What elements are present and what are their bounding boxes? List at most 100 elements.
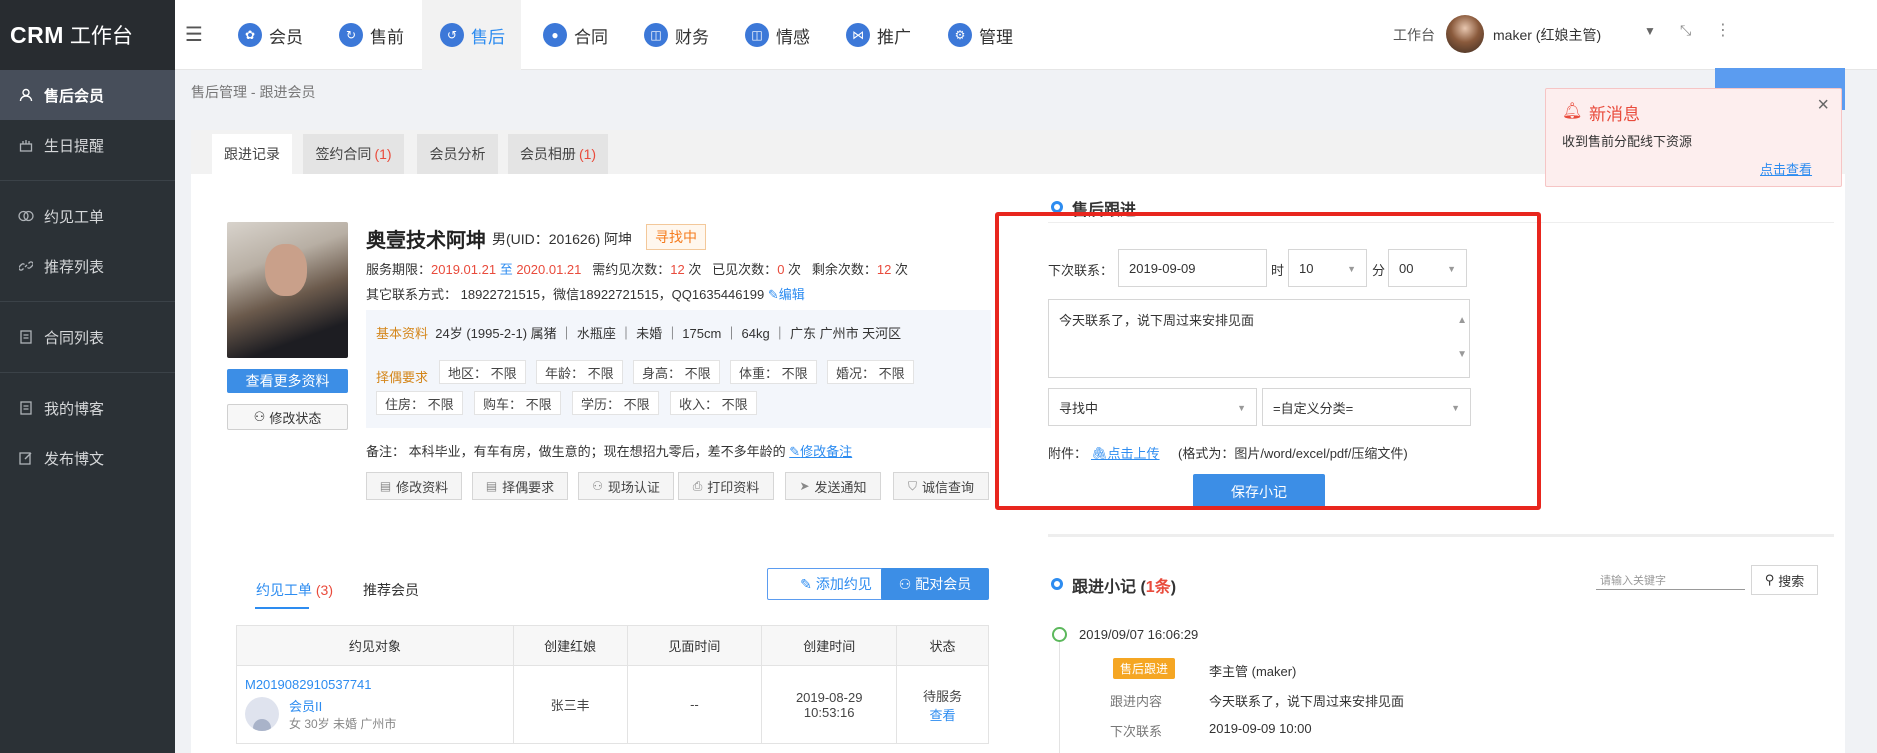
tab-emotion[interactable]: ◫ 情感	[745, 0, 810, 70]
notification-toast: 🔔︎ 新消息 × 收到售前分配线下资源 点击查看	[1545, 88, 1842, 187]
pencil-icon: ✎	[789, 444, 801, 459]
basic-info: 基本资料 24岁 (1995-2-1) 属猪 ｜ 水瓶座 ｜ 未婚 ｜ 175c…	[376, 323, 901, 342]
view-more-button[interactable]: 查看更多资料	[227, 369, 348, 393]
tab-member-analysis[interactable]: 会员分析	[417, 134, 498, 174]
verify-button[interactable]: ⚇ 现场认证	[578, 472, 674, 500]
edit-contact-link[interactable]: ✎编辑	[768, 287, 805, 302]
created-date: 2019-08-29	[795, 689, 863, 705]
button-label: 发送通知	[814, 479, 867, 495]
requirement-tag: 购车： 不限	[474, 391, 561, 415]
change-status-button[interactable]: ⚇ 修改状态	[227, 404, 348, 430]
sidebar-item-aftersale-members[interactable]: 售后会员	[0, 70, 175, 120]
fullscreen-icon[interactable]: ⤡	[1680, 22, 1691, 39]
document-icon	[18, 329, 34, 345]
tab-recommended[interactable]: 推荐会员	[363, 580, 419, 600]
times-unit: 次	[891, 262, 908, 277]
toast-body: 收到售前分配线下资源	[1562, 134, 1693, 149]
app-logo[interactable]: CRM 工作台	[0, 0, 175, 70]
button-label: 修改状态	[269, 410, 322, 426]
user-name[interactable]: maker (红娘主管)	[1493, 25, 1601, 45]
tab-contracts[interactable]: 签约合同 (1)	[303, 134, 404, 174]
workbench-link[interactable]: 工作台	[1393, 25, 1435, 45]
view-link[interactable]: 查看	[897, 705, 988, 724]
tab-promote[interactable]: ⋈ 推广	[846, 0, 911, 70]
order-id-link[interactable]: M2019082910537741	[245, 677, 513, 692]
tab-label: 财务	[675, 27, 709, 47]
sidebar-item-label: 生日提醒	[44, 137, 105, 155]
member-name-link[interactable]: 会员II	[289, 696, 396, 715]
button-label: 择偶要求	[502, 479, 555, 495]
edit-profile-button[interactable]: ▤ 修改资料	[366, 472, 462, 500]
menu-toggle-icon[interactable]: ☰	[185, 22, 203, 47]
tab-count: (3)	[315, 582, 334, 598]
tab-contract[interactable]: ● 合同	[543, 0, 608, 70]
tab-count: (1)	[578, 146, 597, 162]
more-icon[interactable]: ⋮	[1715, 20, 1731, 40]
sidebar-item-blog[interactable]: 我的博客	[0, 383, 175, 433]
button-label: 诚信查询	[922, 479, 975, 495]
search-input[interactable]: 请输入关键字	[1596, 572, 1745, 590]
required-count: 12	[670, 262, 685, 277]
sidebar-divider	[0, 301, 175, 302]
requirements-button[interactable]: ▤ 择偶要求	[472, 472, 568, 500]
member-name: 奥壹技术阿坤	[366, 230, 486, 252]
created-time: 10:53:16	[803, 704, 855, 720]
finance-icon: ◫	[644, 23, 668, 47]
column-header: 状态	[896, 625, 989, 666]
members-icon: ✿	[238, 23, 262, 47]
contract-icon: ●	[543, 23, 567, 47]
credit-check-button[interactable]: ⛉ 诚信查询	[893, 472, 989, 500]
sidebar-item-birthday[interactable]: 生日提醒	[0, 120, 175, 170]
print-button[interactable]: ⎙ 打印资料	[678, 472, 774, 500]
toast-title: 新消息	[1589, 105, 1640, 124]
remark-text: 备注： 本科毕业，有车有房，做生意的；现在想招九零后，差不多年龄的	[366, 444, 786, 459]
button-label: 打印资料	[707, 479, 760, 495]
edit-icon: ▤	[379, 479, 392, 493]
tab-finance[interactable]: ◫ 财务	[644, 0, 709, 70]
tab-label: 售后	[471, 27, 505, 47]
edit-remark-link[interactable]: ✎修改备注	[789, 444, 852, 459]
tab-label: 情感	[776, 27, 810, 47]
sidebar-item-recommend[interactable]: 推荐列表	[0, 241, 175, 291]
requirement-tag: 收入： 不限	[670, 391, 757, 415]
created-time-cell: 2019-08-29 10:53:16	[761, 665, 898, 744]
tab-label: 跟进记录	[224, 146, 280, 162]
emotion-icon: ◫	[745, 23, 769, 47]
chevron-down-icon[interactable]: ▼	[1644, 24, 1656, 38]
meeting-target-cell: M2019082910537741 会员II 女 30岁 未婚 广州市	[236, 665, 514, 744]
tab-album[interactable]: 会员相册 (1)	[508, 134, 608, 174]
tab-manage[interactable]: ⚙ 管理	[948, 0, 1013, 70]
pencil-icon: ✎	[800, 575, 812, 592]
service-end: 2020.01.21	[516, 262, 582, 277]
tab-meetings[interactable]: 约见工单 (3)	[256, 580, 333, 600]
edit-icon	[18, 450, 34, 466]
avatar[interactable]	[1446, 15, 1484, 53]
button-label: 现场认证	[607, 479, 660, 495]
note-next-label: 下次联系	[1110, 724, 1163, 739]
tab-underline	[255, 607, 309, 609]
match-member-button[interactable]: ⚇ 配对会员	[881, 568, 989, 600]
member-photo[interactable]	[227, 222, 348, 358]
tab-label: 约见工单	[256, 582, 312, 598]
tab-follow-records[interactable]: 跟进记录	[212, 134, 292, 174]
close-icon[interactable]: ×	[1817, 94, 1829, 117]
search-button[interactable]: ⚲ 搜索	[1751, 565, 1818, 595]
notes-title-text: 跟进小记	[1072, 579, 1137, 596]
send-notice-button[interactable]: ➤ 发送通知	[785, 472, 881, 500]
matchmaker-cell: 张三丰	[512, 665, 628, 744]
status-badge: 寻找中	[646, 224, 706, 250]
seen-label: 次 已见次数：	[684, 262, 778, 277]
list-icon: ▤	[485, 479, 498, 493]
sidebar-item-publish[interactable]: 发布博文	[0, 433, 175, 483]
tab-aftersale[interactable]: ↺ 售后	[422, 0, 521, 70]
tab-presale[interactable]: ↻ 售前	[339, 0, 404, 70]
tab-members[interactable]: ✿ 会员	[238, 0, 303, 70]
column-header: 创建时间	[761, 625, 898, 666]
sidebar-item-contracts[interactable]: 合同列表	[0, 312, 175, 362]
tab-label: 管理	[979, 27, 1013, 47]
cake-icon	[18, 137, 34, 153]
requirement-tag: 体重： 不限	[730, 360, 817, 384]
toast-view-link[interactable]: 点击查看	[1760, 159, 1812, 178]
search-icon: ⚲	[1764, 572, 1775, 587]
sidebar-item-meetings[interactable]: 约见工单	[0, 191, 175, 241]
